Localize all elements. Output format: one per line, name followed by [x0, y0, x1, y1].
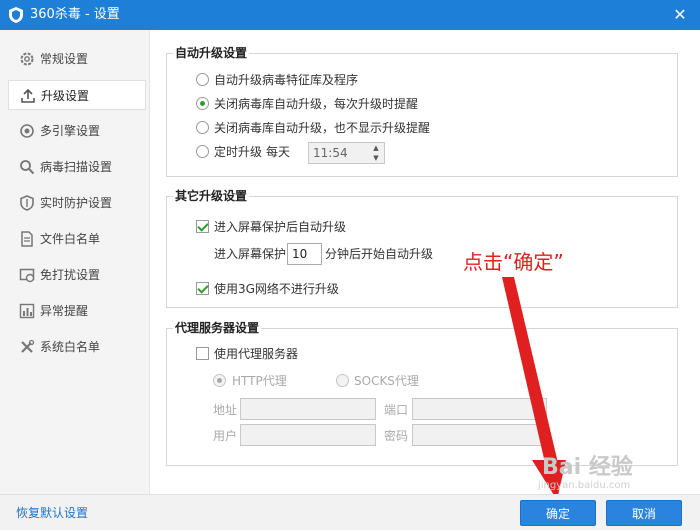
delay-minutes-value: 10 — [292, 247, 308, 261]
sidebar-item-label: 免打扰设置 — [40, 268, 101, 282]
ok-button[interactable]: 确定 — [520, 500, 596, 526]
sidebar-item-anomaly-alert[interactable]: 异常提醒 — [8, 296, 146, 326]
sidebar-item-label: 文件白名单 — [40, 232, 101, 246]
use-proxy-checkbox[interactable] — [196, 347, 209, 360]
time-up-arrow-icon[interactable]: ▲ — [369, 143, 383, 153]
scheduled-upgrade-label[interactable]: 定时升级 — [214, 144, 262, 160]
password-input[interactable] — [412, 424, 547, 446]
title-bar: 360杀毒 - 设置 ✕ — [0, 0, 700, 30]
sidebar-item-upgrade[interactable]: 升级设置 — [8, 80, 146, 110]
delay-minutes-input[interactable]: 10 — [287, 243, 322, 265]
baidu-jingyan-watermark: Bai 经验 — [542, 455, 633, 480]
screensaver-upgrade-label[interactable]: 进入屏幕保护后自动升级 — [214, 219, 346, 235]
port-label: 端口 — [384, 403, 409, 417]
socks-proxy-radio[interactable] — [336, 374, 349, 387]
restore-defaults-link[interactable]: 恢复默认设置 — [16, 495, 88, 530]
user-input[interactable] — [240, 424, 376, 446]
sidebar-item-label: 常规设置 — [40, 52, 89, 66]
proxy-group-title: 代理服务器设置 — [173, 320, 262, 336]
schedule-time-value: 11:54 — [313, 146, 348, 160]
gear-icon — [20, 52, 34, 66]
sidebar-item-label: 病毒扫描设置 — [40, 160, 113, 174]
sidebar-item-do-not-disturb[interactable]: 免打扰设置 — [8, 260, 146, 290]
auto-upgrade-all-label[interactable]: 自动升级病毒特征库及程序 — [214, 72, 358, 88]
sidebar-item-label: 升级设置 — [41, 89, 90, 103]
cancel-button[interactable]: 取消 — [606, 500, 682, 526]
port-input[interactable] — [412, 398, 547, 420]
sidebar-item-virus-scan[interactable]: 病毒扫描设置 — [8, 152, 146, 182]
address-input[interactable] — [240, 398, 376, 420]
sidebar-item-realtime-protection[interactable]: 实时防护设置 — [8, 188, 146, 218]
auto-upgrade-all-radio[interactable] — [196, 73, 209, 86]
upload-icon — [21, 88, 35, 103]
click-ok-annotation: 点击“确定” — [463, 250, 564, 274]
sidebar: 常规设置 升级设置 多引擎设置 病毒扫描设置 实时防护设置 文件白名单 免打扰设… — [0, 30, 150, 494]
auto-upgrade-group-title: 自动升级设置 — [173, 45, 250, 61]
user-label: 用户 — [213, 429, 238, 443]
window-title: 360杀毒 - 设置 — [30, 7, 120, 22]
search-icon — [20, 160, 35, 175]
sidebar-item-system-whitelist[interactable]: 系统白名单 — [8, 332, 146, 362]
other-upgrade-group-title: 其它升级设置 — [173, 188, 250, 204]
no-3g-upgrade-checkbox[interactable] — [196, 282, 209, 295]
http-proxy-label[interactable]: HTTP代理 — [232, 373, 287, 389]
do-not-disturb-icon — [19, 268, 35, 283]
sidebar-item-label: 实时防护设置 — [40, 196, 113, 210]
sidebar-item-label: 多引擎设置 — [40, 124, 101, 138]
file-icon — [21, 231, 33, 247]
sidebar-item-general[interactable]: 常规设置 — [8, 44, 146, 74]
no-3g-upgrade-label[interactable]: 使用3G网络不进行升级 — [214, 281, 339, 297]
shield-icon — [20, 195, 34, 211]
http-proxy-radio[interactable] — [213, 374, 226, 387]
use-proxy-label[interactable]: 使用代理服务器 — [214, 346, 298, 362]
sidebar-item-file-whitelist[interactable]: 文件白名单 — [8, 224, 146, 254]
upgrade-silent-off-label[interactable]: 关闭病毒库自动升级，也不显示升级提醒 — [214, 120, 430, 136]
engine-icon — [20, 124, 34, 138]
baidu-jingyan-url-watermark: jingyan.baidu.com — [538, 480, 631, 491]
password-label: 密码 — [384, 429, 409, 443]
screensaver-upgrade-checkbox[interactable] — [196, 220, 209, 233]
socks-proxy-label[interactable]: SOCKS代理 — [354, 373, 419, 389]
upgrade-remind-radio[interactable] — [196, 97, 209, 110]
time-down-arrow-icon[interactable]: ▼ — [369, 153, 383, 163]
upgrade-remind-label[interactable]: 关闭病毒库自动升级，每次升级时提醒 — [214, 96, 418, 112]
address-label: 地址 — [213, 403, 238, 417]
delay-suffix-label: 分钟后开始自动升级 — [325, 247, 434, 261]
360-shield-logo-icon — [9, 7, 23, 23]
tools-icon — [21, 339, 35, 353]
sidebar-item-label: 异常提醒 — [40, 304, 89, 318]
sidebar-item-multi-engine[interactable]: 多引擎设置 — [8, 116, 146, 146]
delay-prefix-label: 进入屏幕保护 — [214, 247, 287, 261]
scheduled-upgrade-radio[interactable] — [196, 145, 209, 158]
bar-chart-icon — [19, 303, 35, 319]
schedule-frequency-label: 每天 — [266, 145, 291, 159]
upgrade-silent-off-radio[interactable] — [196, 121, 209, 134]
close-icon[interactable]: ✕ — [660, 0, 700, 30]
sidebar-item-label: 系统白名单 — [40, 340, 101, 354]
footer-bar: 恢复默认设置 确定 取消 — [0, 494, 700, 530]
